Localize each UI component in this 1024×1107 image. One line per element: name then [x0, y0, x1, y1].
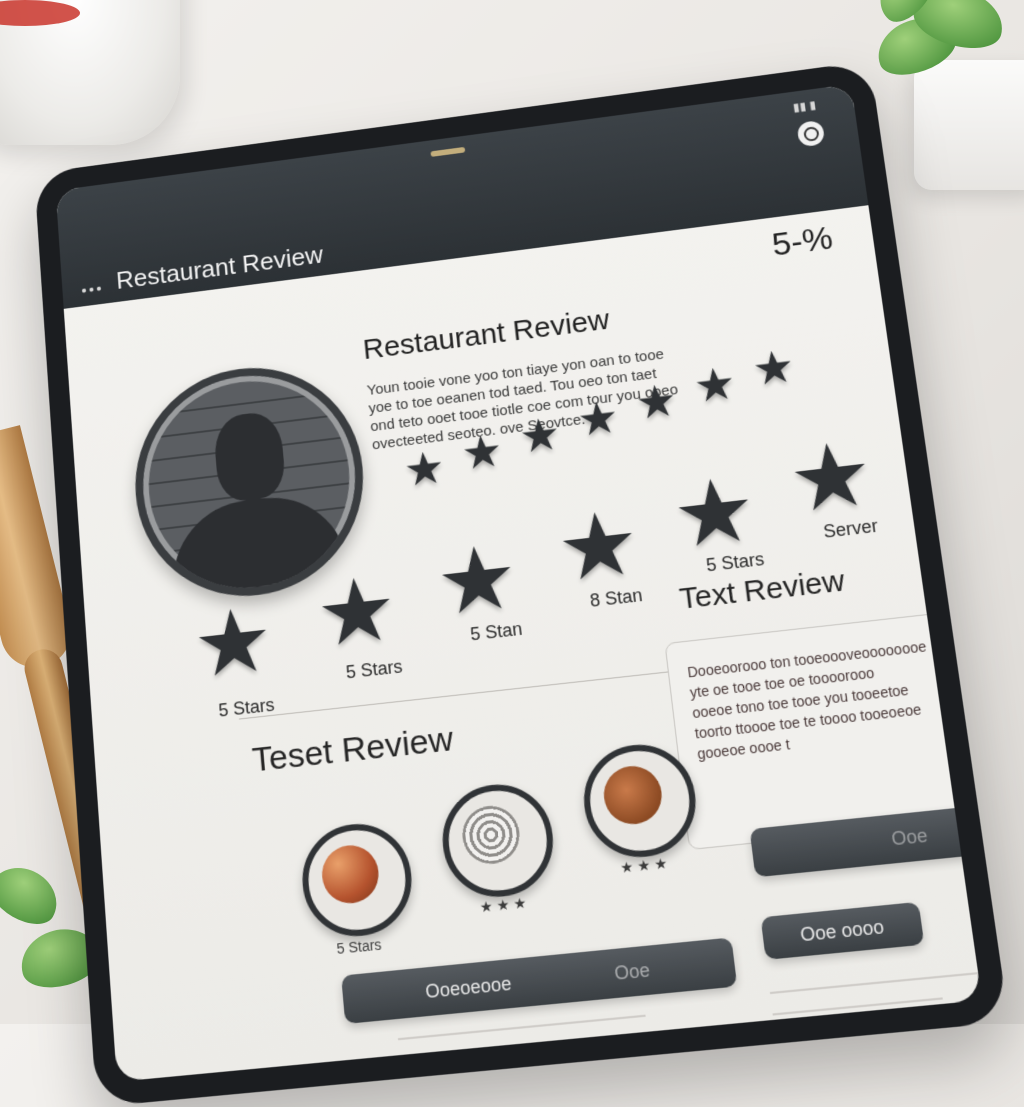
status-icons: ▮▮ ▮ [792, 98, 817, 114]
section-title-teset-review: Teset Review [251, 720, 455, 781]
star-icon[interactable]: ★ [191, 595, 277, 692]
section-title-text-review: Text Review [678, 564, 847, 617]
star-icon[interactable]: ★ [668, 464, 760, 562]
star-icon[interactable]: ★ [433, 532, 522, 630]
placeholder-line [398, 1015, 646, 1041]
rating-percent: 5-% [770, 220, 835, 265]
text-review-content: Dooeoorooo ton tooeoooveoooooooe yte oe … [686, 629, 982, 765]
dish-thumbnail[interactable] [298, 819, 416, 941]
button-label: Ooe [890, 824, 929, 850]
dish-thumbnail[interactable] [438, 779, 559, 902]
star-icon[interactable]: ★ [313, 564, 400, 662]
bottom-left-button[interactable]: Ooeoeooe Ooe [341, 937, 737, 1024]
dish-rating: 5 Stars [336, 936, 382, 957]
button-label: Ooeoeooe [424, 972, 512, 1002]
dish-rating: ★ ★ ★ [479, 894, 527, 916]
screen: ●●● Restaurant Review ▮▮ ▮ 5-% Restauran… [56, 84, 982, 1082]
star-icon[interactable]: ★ [553, 498, 644, 596]
star-rating-label: 5 Stan [469, 619, 523, 646]
placeholder-line [770, 972, 982, 994]
camera-label [430, 147, 465, 157]
cup-liquid [0, 0, 80, 26]
bottom-right-button[interactable]: Ooe oooo [761, 902, 925, 960]
top-bar: ●●● Restaurant Review ▮▮ ▮ [56, 84, 869, 309]
star-icon[interactable]: ★ [575, 394, 621, 443]
search-icon[interactable] [796, 120, 825, 148]
star-icon[interactable]: ★ [633, 377, 679, 426]
tablet: ●●● Restaurant Review ▮▮ ▮ 5-% Restauran… [34, 61, 1009, 1107]
coffee-cup [0, 0, 180, 145]
star-icon[interactable]: ★ [691, 360, 738, 409]
dish-rating: ★ ★ ★ [619, 855, 668, 877]
dish-food [320, 843, 381, 906]
star-icon[interactable]: ★ [517, 410, 563, 459]
placeholder-line [773, 997, 943, 1015]
star-rating-label: 8 Stan [589, 585, 644, 612]
dish-food [460, 803, 523, 867]
button-sublabel: Ooe [613, 959, 651, 985]
star-icon[interactable]: ★ [750, 343, 797, 392]
star-icon[interactable]: ★ [402, 444, 447, 493]
avatar-head [212, 410, 286, 504]
dish-food [601, 763, 665, 827]
plant-pot [914, 60, 1024, 190]
star-icon[interactable]: ★ [784, 429, 878, 527]
app-title: Restaurant Review [115, 240, 324, 295]
menu-dots-icon[interactable]: ●●● [81, 283, 104, 296]
star-icon[interactable]: ★ [459, 427, 504, 476]
button-label: Ooe oooo [799, 916, 885, 947]
